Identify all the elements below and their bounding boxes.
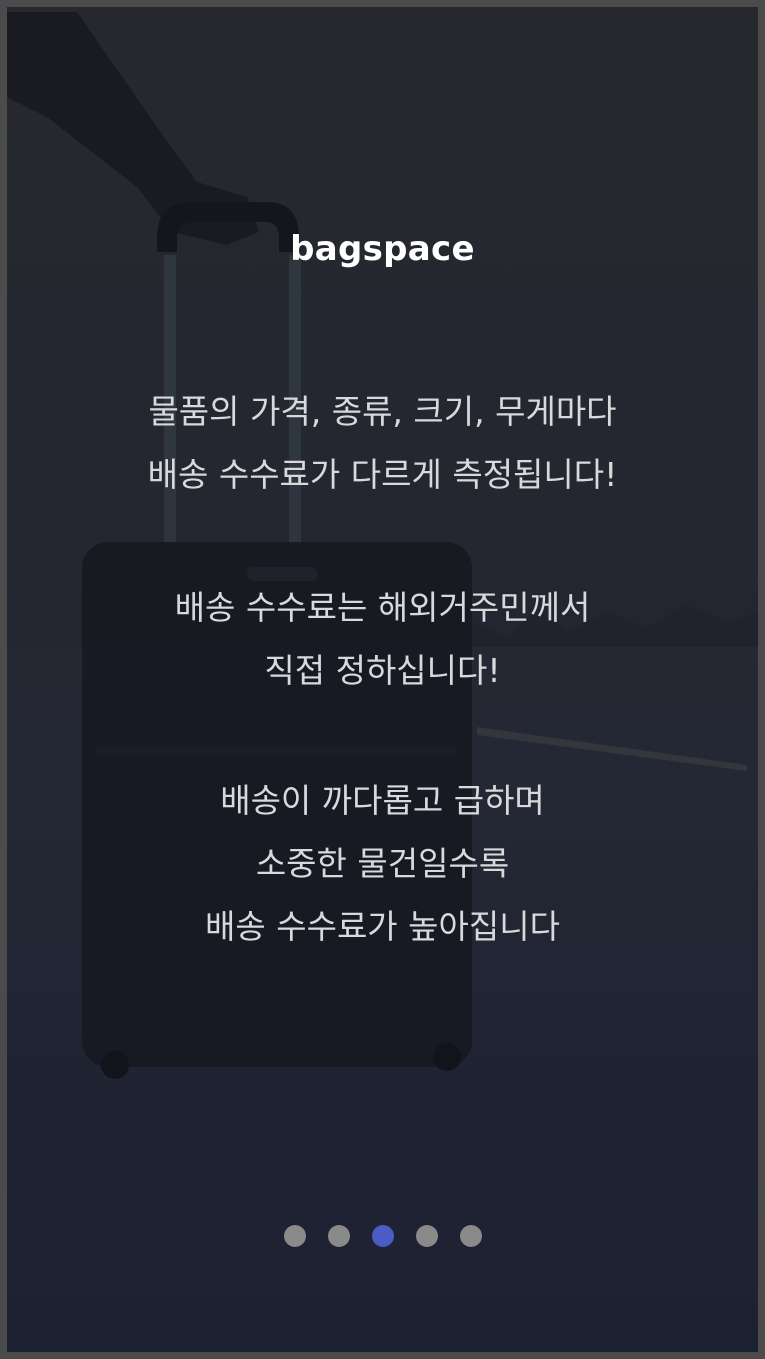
intro-line: 배송 수수료는 해외거주민께서: [174, 588, 591, 627]
intro-content: bagspace 물품의 가격, 종류, 크기, 무게마다 배송 수수료가 다르…: [7, 7, 758, 1352]
intro-line: 소중한 물건일수록: [255, 844, 510, 883]
intro-paragraph-2: 배송 수수료는 해외거주민께서 직접 정하십니다!: [7, 576, 758, 702]
intro-line: 배송이 까다롭고 급하며: [220, 781, 545, 820]
intro-line: 배송 수수료가 높아집니다: [205, 907, 560, 946]
intro-line: 직접 정하십니다!: [264, 651, 501, 690]
app-title: bagspace: [290, 229, 475, 269]
page-dot-2[interactable]: [327, 1225, 350, 1247]
intro-paragraph-1: 물품의 가격, 종류, 크기, 무게마다 배송 수수료가 다르게 측정됩니다!: [7, 380, 758, 506]
intro-line: 배송 수수료가 다르게 측정됩니다!: [147, 455, 618, 494]
page-dot-4[interactable]: [415, 1225, 438, 1247]
intro-paragraph-3: 배송이 까다롭고 급하며 소중한 물건일수록 배송 수수료가 높아집니다: [7, 769, 758, 958]
intro-line: 물품의 가격, 종류, 크기, 무게마다: [148, 392, 617, 431]
page-dot-1[interactable]: [283, 1225, 306, 1247]
page-indicator: [7, 1225, 758, 1247]
page-dot-5[interactable]: [459, 1225, 482, 1247]
onboarding-screen: bagspace 물품의 가격, 종류, 크기, 무게마다 배송 수수료가 다르…: [7, 7, 758, 1352]
page-dot-3[interactable]: [371, 1225, 394, 1247]
